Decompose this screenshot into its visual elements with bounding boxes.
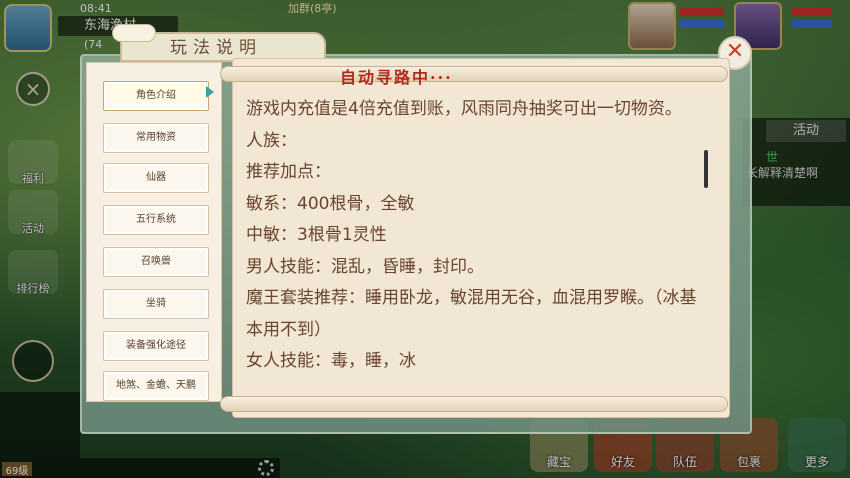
menu-item-summoned-beasts[interactable]: 召唤兽 <box>103 247 209 277</box>
active-menu-arrow-icon <box>206 86 214 98</box>
content-line: 中敏：3根骨1灵性 <box>246 225 387 245</box>
content-line: 男人技能：混乱，昏睡，封印。 <box>246 256 484 277</box>
content-line: 女人技能：毒，睡，冰 <box>246 351 416 371</box>
menu-item-five-elements[interactable]: 五行系统 <box>103 205 209 235</box>
scroll-rod-top <box>220 66 728 82</box>
dialog-title: 玩法说明 <box>170 38 262 58</box>
content-scrollbar[interactable] <box>704 150 708 188</box>
menu-item-mounts[interactable]: 坐骑 <box>103 289 209 319</box>
content-line: 敏系：400根骨，全敏 <box>246 193 415 214</box>
menu-item-artifacts[interactable]: 仙器 <box>103 163 209 193</box>
menu-item-bosses[interactable]: 地煞、金蟾、天鹏 <box>103 371 209 401</box>
content-line: 游戏内充值是4倍充值到账，风雨同舟抽奖可出一切物资。 <box>246 99 682 119</box>
scroll-rod-bottom <box>220 396 728 412</box>
auto-pathfinding-banner: 自动寻路中··· <box>340 68 453 87</box>
menu-item-common-items[interactable]: 常用物资 <box>103 123 209 153</box>
content-line: 推荐加点： <box>246 162 331 182</box>
content-line: 人族： <box>246 130 297 151</box>
content-line: 魔王套装推荐：睡用卧龙，敏混用无谷，血混用罗睺。（冰基本用不到） <box>246 288 697 340</box>
guide-menu: 角色介绍 常用物资 仙器 五行系统 召唤兽 坐骑 装备强化途径 地煞、金蟾、天鹏 <box>86 62 222 402</box>
cloud-ornament-icon <box>112 24 156 42</box>
menu-item-character-intro[interactable]: 角色介绍 <box>103 81 209 111</box>
guide-content[interactable]: 游戏内充值是4倍充值到账，风雨同舟抽奖可出一切物资。 人族： 推荐加点： 敏系：… <box>246 94 706 390</box>
menu-item-equipment-enhance[interactable]: 装备强化途径 <box>103 331 209 361</box>
